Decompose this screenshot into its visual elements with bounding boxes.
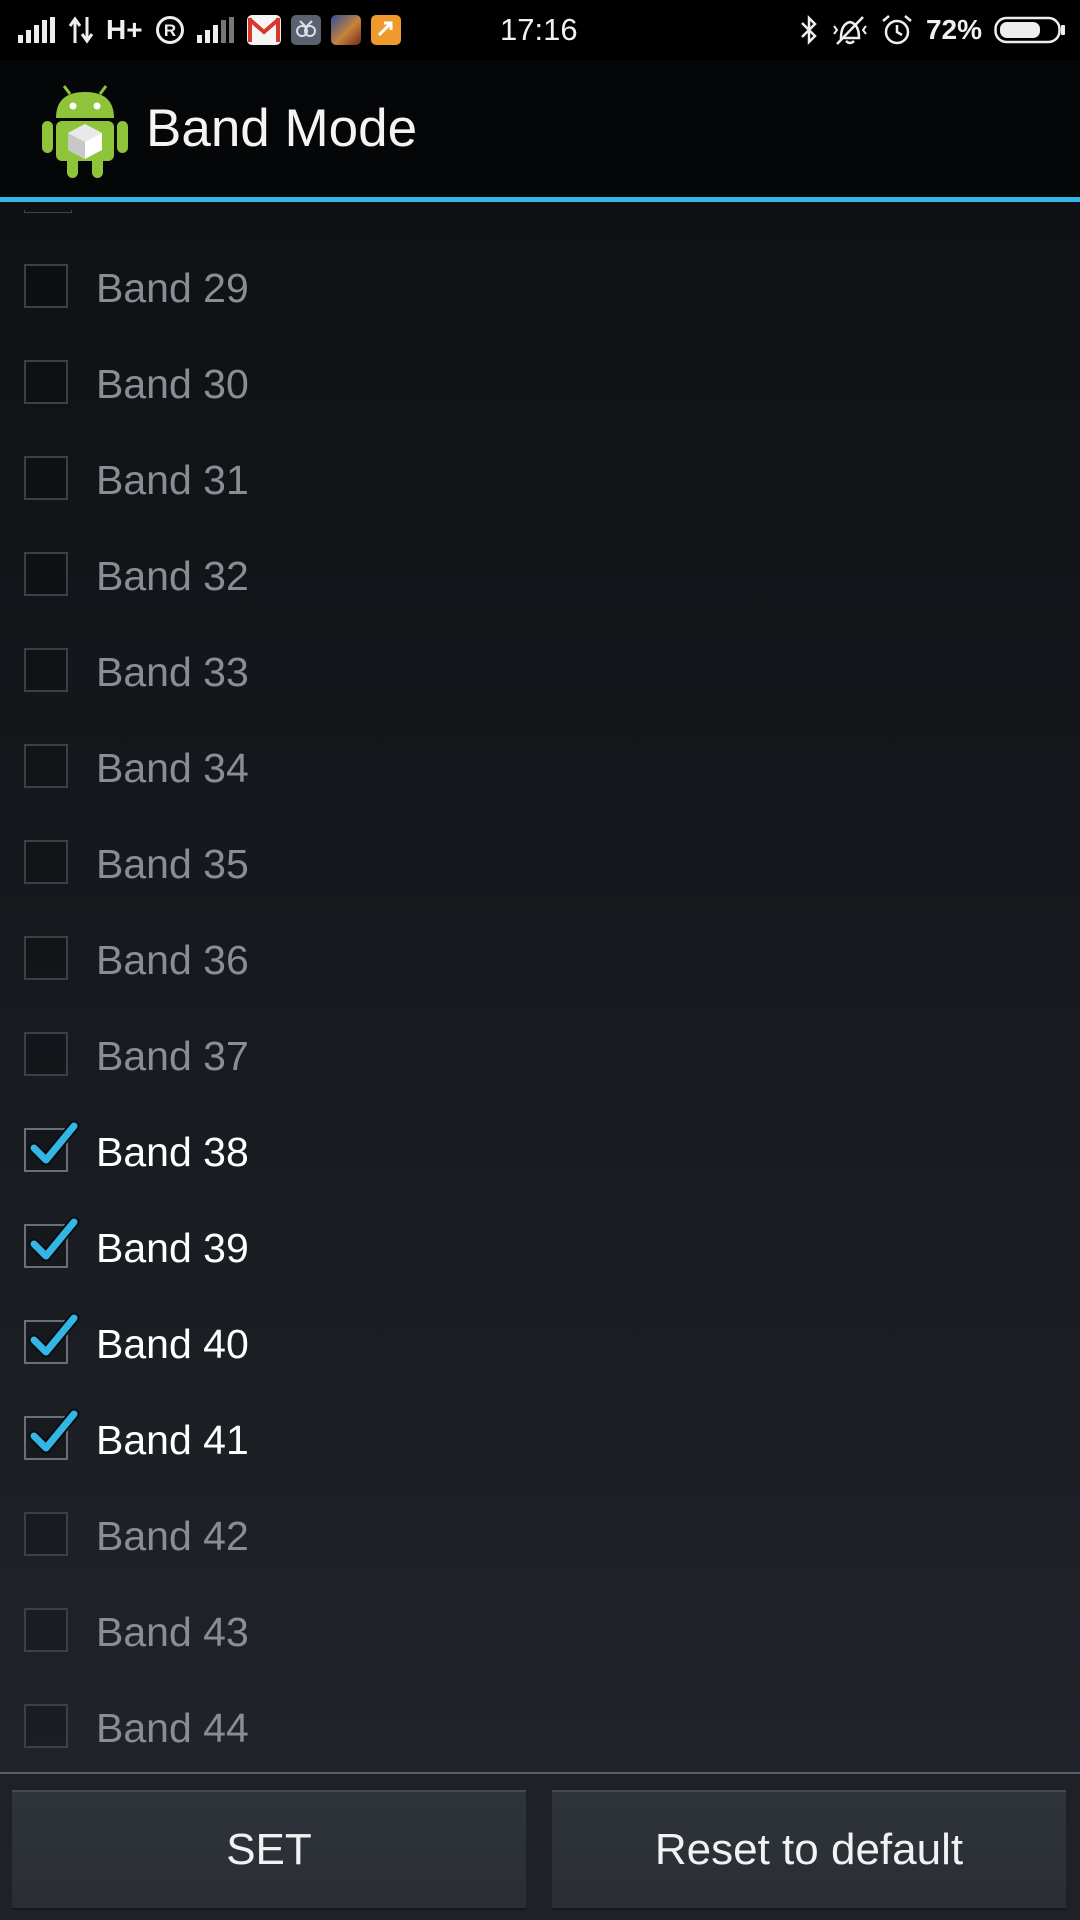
- band-checkbox[interactable]: [24, 1408, 80, 1460]
- list-item[interactable]: Band 35: [0, 816, 1080, 912]
- band-checkbox[interactable]: [24, 744, 68, 788]
- list-item[interactable]: Band 38: [0, 1104, 1080, 1200]
- game-notification-icon: [330, 15, 361, 45]
- band-checkbox[interactable]: [24, 552, 68, 596]
- checkmark-icon: [28, 1312, 80, 1358]
- action-bar: Band Mode: [0, 60, 1080, 202]
- band-list[interactable]: Band 29 Band 30 Band 31 Band 32 Band 33 Band …: [0, 202, 1080, 1772]
- band-label: Band 29: [96, 265, 249, 311]
- list-item[interactable]: Band 41: [0, 1392, 1080, 1488]
- list-item[interactable]: Band 37: [0, 1008, 1080, 1104]
- app-notification-icon: [290, 15, 321, 45]
- network-type: H+: [106, 14, 143, 45]
- list-item[interactable]: Band 31: [0, 432, 1080, 528]
- svg-text:R: R: [163, 21, 175, 40]
- band-label: Band 35: [96, 841, 249, 887]
- band-checkbox[interactable]: [24, 360, 68, 404]
- band-label: Band 38: [96, 1129, 249, 1175]
- band-label: Band 41: [96, 1417, 249, 1463]
- band-checkbox[interactable]: [24, 1608, 68, 1652]
- checkmark-icon: [28, 1216, 80, 1262]
- list-item[interactable]: Band 30: [0, 336, 1080, 432]
- list-item[interactable]: Band 33: [0, 624, 1080, 720]
- bluetooth-icon: [798, 14, 820, 46]
- band-label: Band 43: [96, 1609, 249, 1655]
- list-item[interactable]: Band 39: [0, 1200, 1080, 1296]
- list-item[interactable]: Band 32: [0, 528, 1080, 624]
- checkmark-icon: [28, 1120, 80, 1166]
- status-bar-right: 72%: [798, 0, 1066, 60]
- app-notification-icon-orange: [370, 15, 401, 45]
- screen: H+ R 17:16 72% Band Mode Band 29 Band 30…: [0, 0, 1080, 1920]
- list-item[interactable]: Band 29: [0, 240, 1080, 336]
- list-item[interactable]: Band 43: [0, 1584, 1080, 1680]
- band-checkbox[interactable]: [24, 1512, 68, 1556]
- reset-to-default-button[interactable]: Reset to default: [552, 1790, 1066, 1910]
- list-item[interactable]: Band 34: [0, 720, 1080, 816]
- signal-icon: [18, 17, 56, 43]
- band-label: Band 33: [96, 649, 249, 695]
- band-checkbox[interactable]: [24, 1032, 68, 1076]
- band-label: Band 32: [96, 553, 249, 599]
- battery-percent: 72%: [925, 14, 982, 45]
- partial-checkbox-above: [24, 210, 72, 213]
- status-bar-left: H+ R: [18, 0, 411, 60]
- list-item[interactable]: Band 36: [0, 912, 1080, 1008]
- band-checkbox[interactable]: [24, 936, 68, 980]
- data-transfer-icon: [68, 15, 94, 45]
- list-item[interactable]: Band 44: [0, 1680, 1080, 1772]
- band-checkbox[interactable]: [24, 456, 68, 500]
- band-label: Band 42: [96, 1513, 249, 1559]
- band-label: Band 40: [96, 1321, 249, 1367]
- roaming-icon: R: [155, 15, 185, 45]
- status-bar: H+ R 17:16 72%: [0, 0, 1080, 60]
- band-label: Band 36: [96, 937, 249, 983]
- checkmark-icon: [28, 1408, 80, 1454]
- set-button[interactable]: SET: [12, 1790, 526, 1910]
- bottom-button-bar: SET Reset to default: [0, 1772, 1080, 1920]
- band-label: Band 37: [96, 1033, 249, 1079]
- page-title: Band Mode: [146, 99, 418, 158]
- band-label: Band 31: [96, 457, 249, 503]
- clock: 17:16: [500, 12, 578, 47]
- list-item[interactable]: Band 42: [0, 1488, 1080, 1584]
- android-app-icon: [42, 84, 128, 180]
- band-checkbox[interactable]: [24, 1120, 80, 1172]
- list-item[interactable]: Band 40: [0, 1296, 1080, 1392]
- band-label: Band 39: [96, 1225, 249, 1271]
- band-checkbox[interactable]: [24, 1312, 80, 1364]
- gmail-icon: [246, 15, 281, 45]
- band-label: Band 34: [96, 745, 249, 791]
- band-checkbox[interactable]: [24, 1216, 80, 1268]
- band-checkbox[interactable]: [24, 840, 68, 884]
- band-checkbox[interactable]: [24, 648, 68, 692]
- vibrate-off-icon: [832, 14, 868, 46]
- signal-icon-2: [196, 17, 235, 43]
- band-label: Band 30: [96, 361, 249, 407]
- alarm-icon: [880, 14, 914, 46]
- band-checkbox[interactable]: [24, 264, 68, 308]
- band-label: Band 44: [96, 1705, 249, 1751]
- band-checkbox[interactable]: [24, 1704, 68, 1748]
- battery-icon: [994, 15, 1066, 45]
